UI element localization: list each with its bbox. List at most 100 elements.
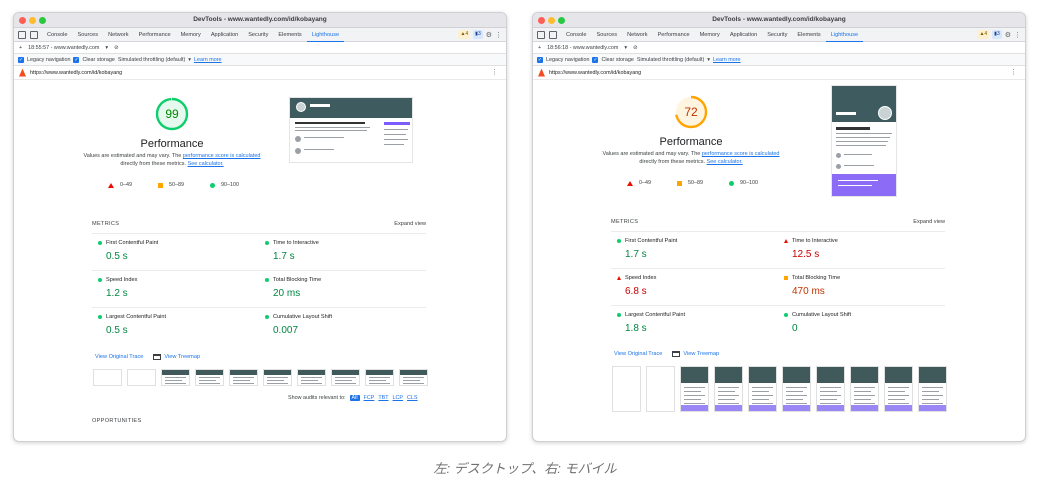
pass-indicator-icon	[784, 313, 788, 317]
tab-application[interactable]: Application	[206, 28, 243, 42]
tab-elements[interactable]: Elements	[273, 28, 306, 42]
score-calculated-link[interactable]: performance score is calculated	[702, 151, 780, 157]
filmstrip	[612, 366, 947, 412]
filmstrip-frame	[161, 369, 190, 386]
messages-badge[interactable]: ▮3	[473, 30, 483, 39]
tab-lighthouse[interactable]: Lighthouse	[825, 28, 864, 42]
inspect-icon[interactable]	[18, 30, 26, 39]
gear-icon[interactable]: ⚙	[1005, 31, 1011, 39]
metric-value: 0.5 s	[106, 325, 128, 336]
warnings-badge[interactable]: ▲4	[458, 30, 471, 39]
performance-score-gauge[interactable]: 72	[673, 94, 709, 130]
fail-icon	[627, 180, 633, 186]
tab-sources[interactable]: Sources	[73, 28, 104, 42]
tab-memory[interactable]: Memory	[695, 28, 725, 42]
clear-icon[interactable]: ⊘	[633, 45, 638, 51]
chevron-down-icon[interactable]: ▾	[105, 45, 108, 51]
tab-sources[interactable]: Sources	[592, 28, 623, 42]
tab-memory[interactable]: Memory	[176, 28, 206, 42]
clear-storage-checkbox[interactable]: ✓	[592, 56, 599, 63]
tab-network[interactable]: Network	[103, 28, 134, 42]
kebab-menu-icon[interactable]: ⋮	[495, 31, 502, 39]
metrics-grid: First Contentful Paint 1.7 s Time to Inter…	[611, 231, 945, 342]
desc-text: Values are estimated and may vary. The	[602, 151, 702, 157]
metric-name: Total Blocking Time	[792, 275, 841, 281]
chevron-down-icon[interactable]: ▾	[188, 57, 191, 63]
final-screenshot[interactable]	[831, 85, 897, 197]
kebab-menu-icon[interactable]: ⋮	[1014, 31, 1021, 39]
legacy-navigation-checkbox[interactable]: ✓	[18, 56, 24, 63]
metric-value: 1.7 s	[625, 249, 647, 260]
view-original-trace-button[interactable]: View Original Trace	[95, 354, 143, 360]
learn-more-link[interactable]: Learn more	[194, 57, 222, 63]
performance-score-gauge[interactable]: 99	[154, 96, 190, 132]
figure-caption: 左: デスクトップ、右: モバイル	[433, 461, 617, 476]
chevron-down-icon[interactable]: ▾	[624, 45, 627, 51]
audit-chip-fcp[interactable]: FCP	[364, 395, 375, 401]
score-calculated-link[interactable]: performance score is calculated	[183, 153, 261, 159]
legend-average: 50–89	[677, 180, 703, 186]
audit-chip-tbt[interactable]: TBT	[378, 395, 388, 401]
see-calculator-link[interactable]: See calculator.	[188, 161, 224, 167]
legend-average: 50–89	[158, 182, 184, 188]
tab-network[interactable]: Network	[622, 28, 653, 42]
see-calculator-link[interactable]: See calculator.	[707, 159, 743, 165]
device-toolbar-icon[interactable]	[549, 30, 557, 39]
legacy-navigation-label: Legacy navigation	[546, 56, 590, 63]
chevron-down-icon[interactable]: ▾	[707, 57, 710, 63]
metric-value: 0.5 s	[106, 251, 128, 262]
legend-fail-range: 0–49	[639, 180, 651, 186]
legend-average-range: 50–89	[169, 182, 184, 188]
tab-security[interactable]: Security	[243, 28, 273, 42]
device-toolbar-icon[interactable]	[30, 30, 38, 39]
expand-view-toggle[interactable]: Expand view	[394, 221, 426, 227]
legacy-navigation-checkbox[interactable]: ✓	[537, 56, 543, 63]
pass-indicator-icon	[98, 278, 102, 282]
legend-pass-range: 90–100	[221, 182, 239, 188]
legend-pass: 90–100	[210, 182, 239, 188]
expand-view-toggle[interactable]: Expand view	[913, 219, 945, 225]
view-treemap-button[interactable]: View Treemap	[672, 351, 719, 357]
plus-icon[interactable]: +	[538, 45, 541, 51]
clear-icon[interactable]: ⊘	[114, 45, 119, 51]
clear-storage-checkbox[interactable]: ✓	[73, 56, 80, 63]
tab-performance[interactable]: Performance	[134, 28, 176, 42]
session-select[interactable]: 18:56:18 - www.wantedly.com	[547, 45, 618, 51]
metric-name: Speed Index	[106, 277, 138, 283]
gear-icon[interactable]: ⚙	[486, 31, 492, 39]
tab-console[interactable]: Console	[42, 28, 73, 42]
treemap-icon	[153, 354, 162, 360]
warnings-badge[interactable]: ▲4	[977, 30, 990, 39]
audit-chip-cls[interactable]: CLS	[407, 395, 418, 401]
metric-cell: Largest Contentful Paint 1.8 s	[611, 305, 778, 342]
tab-application[interactable]: Application	[725, 28, 762, 42]
plus-icon[interactable]: +	[19, 45, 22, 51]
report-menu-icon[interactable]: ⋮	[491, 68, 498, 76]
clear-storage-label: Clear storage	[82, 56, 115, 63]
view-original-trace-button[interactable]: View Original Trace	[614, 351, 662, 357]
legend-pass-range: 90–100	[740, 180, 758, 186]
final-screenshot[interactable]	[289, 97, 413, 163]
tab-console[interactable]: Console	[561, 28, 592, 42]
metrics-label: METRICS	[611, 219, 639, 225]
score-legend: 0–49 50–89 90–100	[627, 180, 758, 186]
metric-value: 12.5 s	[792, 249, 820, 260]
filmstrip-frame	[229, 369, 258, 386]
metric-cell: Cumulative Layout Shift 0	[778, 305, 945, 342]
tab-lighthouse[interactable]: Lighthouse	[306, 28, 345, 42]
tab-elements[interactable]: Elements	[792, 28, 825, 42]
pass-icon	[210, 182, 215, 188]
learn-more-link[interactable]: Learn more	[713, 57, 741, 63]
messages-badge[interactable]: ▮3	[992, 30, 1002, 39]
audit-chip-all[interactable]: All	[349, 395, 360, 401]
audit-chip-lcp[interactable]: LCP	[393, 395, 404, 401]
devtools-tabbar: Console Sources Network Performance Memo…	[533, 28, 1025, 42]
session-select[interactable]: 18:55:57 - www.wantedly.com	[28, 45, 99, 51]
filmstrip-frame	[748, 366, 777, 412]
inspect-icon[interactable]	[537, 30, 545, 39]
view-treemap-button[interactable]: View Treemap	[153, 354, 200, 360]
report-menu-icon[interactable]: ⋮	[1010, 68, 1017, 76]
metric-value: 20 ms	[273, 288, 301, 299]
tab-security[interactable]: Security	[762, 28, 792, 42]
tab-performance[interactable]: Performance	[653, 28, 695, 42]
